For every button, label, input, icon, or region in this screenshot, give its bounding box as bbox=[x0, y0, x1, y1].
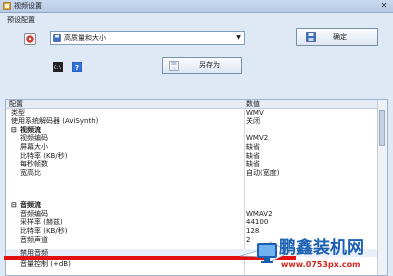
help-icon[interactable]: ? bbox=[72, 62, 82, 72]
chevron-down-icon[interactable]: ▼ bbox=[234, 33, 243, 43]
video-settings-icon bbox=[3, 2, 11, 10]
row-name: 类型 bbox=[11, 109, 25, 117]
floppy-icon bbox=[53, 34, 61, 42]
row-name: 比特率 (KB/秒) bbox=[20, 227, 68, 235]
grid-row[interactable]: 比特率 (KB/秒) 缺省 bbox=[6, 152, 378, 160]
grid-row[interactable]: 屏幕大小 缺省 bbox=[6, 143, 378, 151]
watermark-brand: 鹏鑫装机网 bbox=[279, 238, 364, 258]
watermark: 鹏鑫装机网 www.0753px.com bbox=[256, 238, 389, 274]
row-value: 缺省 bbox=[246, 160, 260, 168]
category-row[interactable]: ⊟ 音频流 bbox=[6, 201, 378, 209]
window-title: 视频设置 bbox=[14, 2, 42, 10]
preset-section-label: 预设配置 bbox=[7, 16, 35, 24]
row-value: 44100 bbox=[246, 218, 269, 226]
row-name: 每秒帧数 bbox=[20, 160, 48, 168]
row-name: 采样率 (赫兹) bbox=[20, 218, 63, 226]
close-button[interactable]: ✕ bbox=[377, 1, 391, 11]
row-name: 屏幕大小 bbox=[20, 143, 48, 151]
category-toggle-icon[interactable]: ⊟ bbox=[11, 126, 17, 134]
category-row[interactable]: ⊟ 视频流 bbox=[6, 126, 378, 134]
grid-row[interactable]: 类型 WMV bbox=[6, 109, 378, 117]
confirm-button[interactable]: 确定 bbox=[296, 28, 378, 46]
row-name: 宽高比 bbox=[20, 169, 41, 177]
dos-icon[interactable]: C:\ bbox=[53, 62, 63, 72]
row-name: 音频编码 bbox=[20, 210, 48, 218]
category-toggle-icon[interactable]: ⊟ bbox=[11, 201, 17, 209]
row-value: 缺省 bbox=[246, 152, 260, 160]
row-value: 128 bbox=[246, 227, 260, 235]
row-value: WMAV2 bbox=[246, 210, 273, 218]
floppy-icon bbox=[169, 61, 179, 71]
row-name: 视频编码 bbox=[20, 134, 48, 142]
grid-row-blank bbox=[6, 177, 378, 185]
row-value: 缺省 bbox=[246, 143, 260, 151]
grid-row[interactable]: 视频编码 WMV2 bbox=[6, 134, 378, 142]
row-name: 音量控制 (+dB) bbox=[20, 260, 71, 268]
floppy-icon bbox=[306, 32, 316, 42]
row-name: 比特率 (KB/秒) bbox=[20, 152, 68, 160]
scrollbar-thumb[interactable] bbox=[379, 110, 385, 146]
row-value: 自动(宽度) bbox=[246, 169, 280, 177]
row-name: 音频声道 bbox=[20, 236, 48, 244]
grid-row[interactable]: 使用系统解码器 (AviSynth) 关闭 bbox=[6, 117, 378, 125]
row-name: 使用系统解码器 (AviSynth) bbox=[11, 117, 99, 125]
svg-text:?: ? bbox=[75, 64, 79, 72]
grid-row[interactable]: 宽高比 自动(宽度) bbox=[6, 169, 378, 177]
category-name: 音频流 bbox=[20, 201, 41, 209]
row-value: WMV bbox=[246, 109, 264, 117]
grid-row[interactable]: 比特率 (KB/秒) 128 bbox=[6, 227, 378, 235]
svg-text:C:\: C:\ bbox=[54, 65, 62, 70]
grid-row[interactable]: 采样率 (赫兹) 44100 bbox=[6, 218, 378, 226]
save-as-label: 另存为 bbox=[199, 61, 220, 69]
category-name: 视频流 bbox=[20, 126, 41, 134]
preset-select-value: 高质量和大小 bbox=[64, 34, 106, 42]
title-bar: 视频设置 ✕ bbox=[0, 0, 393, 13]
header-config: 配置 bbox=[9, 100, 23, 108]
confirm-button-label: 确定 bbox=[333, 33, 347, 41]
grid-row[interactable]: 音频编码 WMAV2 bbox=[6, 210, 378, 218]
video-file-icon bbox=[24, 33, 36, 45]
watermark-url: www.0753px.com bbox=[281, 260, 361, 269]
header-value: 数值 bbox=[246, 100, 260, 108]
monitor-logo-icon bbox=[257, 243, 277, 263]
row-value: 关闭 bbox=[246, 117, 260, 125]
preset-select[interactable]: 高质量和大小 ▼ bbox=[50, 31, 245, 45]
grid-row[interactable]: 每秒帧数 缺省 bbox=[6, 160, 378, 168]
row-value: WMV2 bbox=[246, 134, 269, 142]
grid-header: 配置 数值 bbox=[6, 100, 378, 109]
save-as-button[interactable]: 另存为 bbox=[162, 57, 242, 74]
